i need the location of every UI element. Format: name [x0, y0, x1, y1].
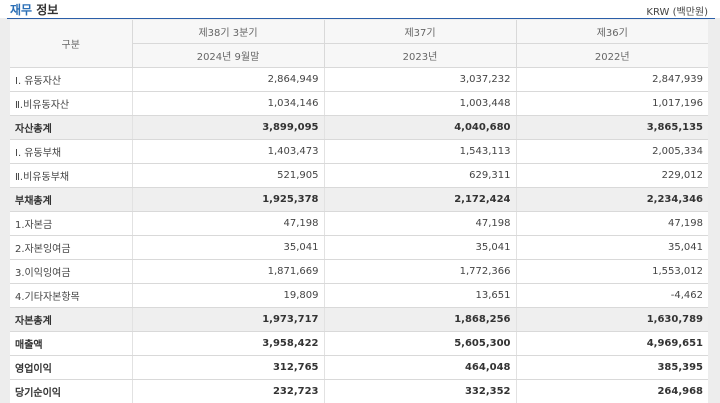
row-value-period-1: 1,925,378 [131, 187, 324, 212]
row-label: 2.자본잉여금 [10, 235, 132, 260]
row-value-period-1: 1,403,473 [131, 139, 324, 164]
row-label: 3.이익잉여금 [10, 259, 132, 284]
header-date-1: 2024년 9월말 [131, 43, 324, 68]
table-row: 영업이익 312,765 464,048 385,395 [10, 355, 708, 380]
table-row: Ⅱ.비유동자산 1,034,146 1,003,448 1,017,196 [10, 91, 708, 116]
table-row: 3.이익잉여금 1,871,669 1,772,366 1,553,012 [10, 259, 708, 284]
row-value-period-2: 1,772,366 [323, 259, 516, 284]
row-value-period-3: 4,969,651 [515, 331, 708, 356]
row-value-period-2: 464,048 [323, 355, 516, 380]
financial-info-panel: 재무 정보 KRW (백만원) 구분 제38기 3분기 제37기 제36기 20… [0, 0, 720, 403]
row-label: 자본총계 [10, 307, 132, 332]
row-value-period-2: 3,037,232 [323, 67, 516, 92]
table-row: 당기순이익 232,723 332,352 264,968 [10, 379, 708, 403]
row-value-period-2: 1,003,448 [323, 91, 516, 116]
table-row: 자본총계 1,973,717 1,868,256 1,630,789 [10, 307, 708, 332]
row-label: Ⅱ.비유동자산 [10, 91, 132, 116]
row-value-period-3: 385,395 [515, 355, 708, 380]
table-row: Ⅱ.비유동부채 521,905 629,311 229,012 [10, 163, 708, 188]
header-term-2: 제37기 [323, 20, 516, 44]
row-value-period-2: 47,198 [323, 211, 516, 236]
row-value-period-1: 3,899,095 [131, 115, 324, 140]
row-value-period-1: 1,871,669 [131, 259, 324, 284]
row-label: Ⅰ. 유동부채 [10, 139, 132, 164]
header-date-3: 2022년 [515, 43, 708, 68]
financial-table-container[interactable]: 구분 제38기 3분기 제37기 제36기 2024년 9월말 2023년 20… [10, 20, 708, 403]
row-value-period-2: 2,172,424 [323, 187, 516, 212]
row-value-period-1: 1,973,717 [131, 307, 324, 332]
row-value-period-2: 1,543,113 [323, 139, 516, 164]
row-label: 부채총계 [10, 187, 132, 212]
row-value-period-1: 1,034,146 [131, 91, 324, 116]
row-value-period-2: 35,041 [323, 235, 516, 260]
row-label: Ⅰ. 유동자산 [10, 67, 132, 92]
table-row: 2.자본잉여금 35,041 35,041 35,041 [10, 235, 708, 260]
row-value-period-2: 629,311 [323, 163, 516, 188]
header-term-1: 제38기 3분기 [131, 20, 324, 44]
table-body: Ⅰ. 유동자산 2,864,949 3,037,232 2,847,939 Ⅱ.비유동자… [10, 67, 708, 403]
row-label: Ⅱ.비유동부채 [10, 163, 132, 188]
row-value-period-2: 332,352 [323, 379, 516, 403]
row-value-period-3: -4,462 [515, 283, 708, 308]
table-row: 1.자본금 47,198 47,198 47,198 [10, 211, 708, 236]
row-value-period-3: 2,234,346 [515, 187, 708, 212]
header-divider [7, 18, 715, 19]
row-value-period-1: 232,723 [131, 379, 324, 403]
table-row: 부채총계 1,925,378 2,172,424 2,234,346 [10, 187, 708, 212]
panel-title-rest: 정보 [32, 3, 59, 17]
table-row: Ⅰ. 유동부채 1,403,473 1,543,113 2,005,334 [10, 139, 708, 164]
row-value-period-3: 3,865,135 [515, 115, 708, 140]
row-value-period-1: 3,958,422 [131, 331, 324, 356]
row-value-period-3: 2,847,939 [515, 67, 708, 92]
panel-header: 재무 정보 KRW (백만원) [0, 0, 720, 18]
row-value-period-1: 19,809 [131, 283, 324, 308]
unit-label: KRW (백만원) [646, 7, 708, 18]
header-term-3: 제36기 [515, 20, 708, 44]
row-label: 매출액 [10, 331, 132, 356]
row-value-period-2: 5,605,300 [323, 331, 516, 356]
row-value-period-3: 1,017,196 [515, 91, 708, 116]
row-label: 영업이익 [10, 355, 132, 380]
financial-table: 구분 제38기 3분기 제37기 제36기 2024년 9월말 2023년 20… [10, 20, 708, 403]
header-category: 구분 [10, 20, 132, 68]
table-row: 매출액 3,958,422 5,605,300 4,969,651 [10, 331, 708, 356]
row-label: 1.자본금 [10, 211, 132, 236]
row-value-period-3: 229,012 [515, 163, 708, 188]
header-date-2: 2023년 [323, 43, 516, 68]
row-value-period-3: 47,198 [515, 211, 708, 236]
row-value-period-1: 35,041 [131, 235, 324, 260]
table-header-row-terms: 구분 제38기 3분기 제37기 제36기 [10, 20, 708, 68]
table-row: Ⅰ. 유동자산 2,864,949 3,037,232 2,847,939 [10, 67, 708, 92]
row-label: 당기순이익 [10, 379, 132, 403]
row-value-period-3: 1,630,789 [515, 307, 708, 332]
row-value-period-1: 312,765 [131, 355, 324, 380]
row-value-period-3: 1,553,012 [515, 259, 708, 284]
row-value-period-2: 4,040,680 [323, 115, 516, 140]
row-value-period-3: 264,968 [515, 379, 708, 403]
table-row: 4.기타자본항목 19,809 13,651 -4,462 [10, 283, 708, 308]
panel-title-accent: 재무 [10, 3, 33, 17]
panel-title: 재무 정보 [10, 1, 58, 18]
row-value-period-3: 35,041 [515, 235, 708, 260]
row-value-period-1: 2,864,949 [131, 67, 324, 92]
row-value-period-2: 1,868,256 [323, 307, 516, 332]
row-value-period-2: 13,651 [323, 283, 516, 308]
row-value-period-3: 2,005,334 [515, 139, 708, 164]
row-label: 자산총계 [10, 115, 132, 140]
row-value-period-1: 47,198 [131, 211, 324, 236]
table-row: 자산총계 3,899,095 4,040,680 3,865,135 [10, 115, 708, 140]
row-label: 4.기타자본항목 [10, 283, 132, 308]
row-value-period-1: 521,905 [131, 163, 324, 188]
